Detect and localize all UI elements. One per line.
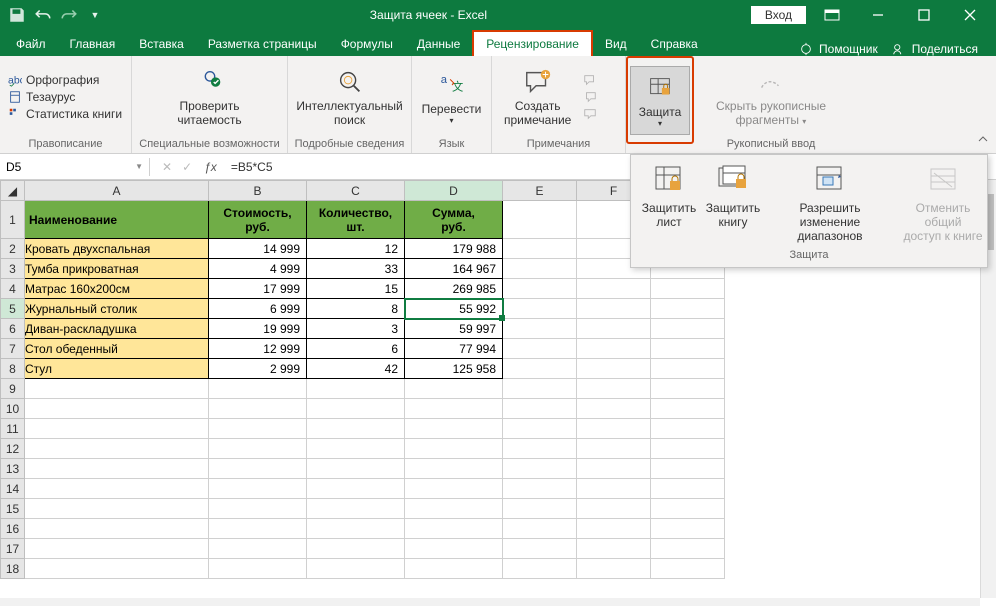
ribbon-tabs: Файл Главная Вставка Разметка страницы Ф… <box>0 30 996 56</box>
allow-edit-ranges-button[interactable]: Разрешить изменение диапазонов <box>765 163 895 243</box>
tab-insert[interactable]: Вставка <box>127 32 196 56</box>
row-header[interactable]: 1 <box>1 201 25 239</box>
unshare-workbook-button: Отменить общий доступ к книге <box>895 163 991 243</box>
group-language: Язык <box>412 138 491 153</box>
tab-view[interactable]: Вид <box>593 32 639 56</box>
close-button[interactable] <box>950 0 990 30</box>
dropdown-group-title: Защита <box>631 245 987 267</box>
signin-button[interactable]: Вход <box>751 6 806 24</box>
col-header[interactable]: D <box>405 181 503 201</box>
col-header[interactable]: B <box>209 181 307 201</box>
tab-home[interactable]: Главная <box>58 32 128 56</box>
ribbon: abcОрфография Тезаурус Статистика книги … <box>0 56 996 154</box>
tab-file[interactable]: Файл <box>4 32 58 56</box>
title-bar: ▼ Защита ячеек - Excel Вход <box>0 0 996 30</box>
col-header[interactable]: E <box>503 181 577 201</box>
header-cell[interactable]: Наименование <box>25 201 209 239</box>
header-cell[interactable]: Стоимость,руб. <box>209 201 307 239</box>
group-insights: Подробные сведения <box>288 138 411 153</box>
svg-text:abc: abc <box>8 75 22 87</box>
col-header[interactable]: A <box>25 181 209 201</box>
header-cell[interactable]: Количество,шт. <box>307 201 405 239</box>
protect-workbook-button[interactable]: Защитить книгу <box>701 163 765 243</box>
protect-highlight: Защита▾ <box>626 56 694 144</box>
active-cell[interactable]: 55 992 <box>405 299 503 319</box>
qat-dropdown-icon[interactable]: ▼ <box>86 6 104 24</box>
protect-dropdown-panel: Защитить лист Защитить книгу Разрешить и… <box>630 154 988 268</box>
tab-layout[interactable]: Разметка страницы <box>196 32 329 56</box>
new-comment-button[interactable]: Создатьпримечание <box>500 67 575 127</box>
prev-comment-icon <box>583 73 597 87</box>
tab-help[interactable]: Справка <box>639 32 710 56</box>
check-accessibility-button[interactable]: Проверитьчитаемость <box>173 67 245 127</box>
tab-review[interactable]: Рецензирование <box>472 30 593 56</box>
header-cell[interactable]: Сумма,руб. <box>405 201 503 239</box>
col-header[interactable]: C <box>307 181 405 201</box>
protect-dropdown-button[interactable]: Защита▾ <box>630 66 690 135</box>
next-comment-icon <box>583 90 597 104</box>
ribbon-options-icon[interactable] <box>812 0 852 30</box>
tab-formulas[interactable]: Формулы <box>329 32 405 56</box>
svg-text:a: a <box>440 74 447 86</box>
redo-icon[interactable] <box>60 6 78 24</box>
minimize-button[interactable] <box>858 0 898 30</box>
maximize-button[interactable] <box>904 0 944 30</box>
select-all-corner[interactable]: ◢ <box>1 181 25 201</box>
spelling-button[interactable]: abcОрфография <box>8 73 122 87</box>
group-ink: Рукописный ввод <box>694 138 848 153</box>
translate-button[interactable]: a文 Перевести▾ <box>420 70 483 125</box>
cancel-formula-icon[interactable]: ✕ <box>162 160 172 174</box>
window-title: Защита ячеек - Excel <box>112 8 745 22</box>
svg-text:文: 文 <box>452 79 463 93</box>
workbook-stats-button[interactable]: Статистика книги <box>8 107 122 121</box>
tab-data[interactable]: Данные <box>405 32 472 56</box>
enter-formula-icon[interactable]: ✓ <box>182 160 192 174</box>
share-button[interactable]: Поделиться <box>892 42 978 56</box>
show-comments-icon <box>583 107 597 121</box>
tell-me[interactable]: Помощник <box>799 42 878 56</box>
hide-ink-button[interactable]: Скрыть рукописныефрагменты ▾ <box>712 67 830 127</box>
save-icon[interactable] <box>8 6 26 24</box>
table-cell[interactable]: Кровать двухспальная <box>25 239 209 259</box>
protect-sheet-button[interactable]: Защитить лист <box>637 163 701 243</box>
group-proofing: Правописание <box>0 138 131 153</box>
group-accessibility: Специальные возможности <box>132 138 287 153</box>
collapse-ribbon-icon[interactable] <box>976 132 990 149</box>
smart-lookup-button[interactable]: Интеллектуальныйпоиск <box>296 67 403 127</box>
group-comments: Примечания <box>492 138 625 153</box>
name-box[interactable]: D5▼ <box>0 158 150 176</box>
thesaurus-button[interactable]: Тезаурус <box>8 90 122 104</box>
horizontal-scrollbar[interactable] <box>0 598 980 606</box>
undo-icon[interactable] <box>34 6 52 24</box>
fx-icon[interactable]: ƒx <box>204 160 225 174</box>
